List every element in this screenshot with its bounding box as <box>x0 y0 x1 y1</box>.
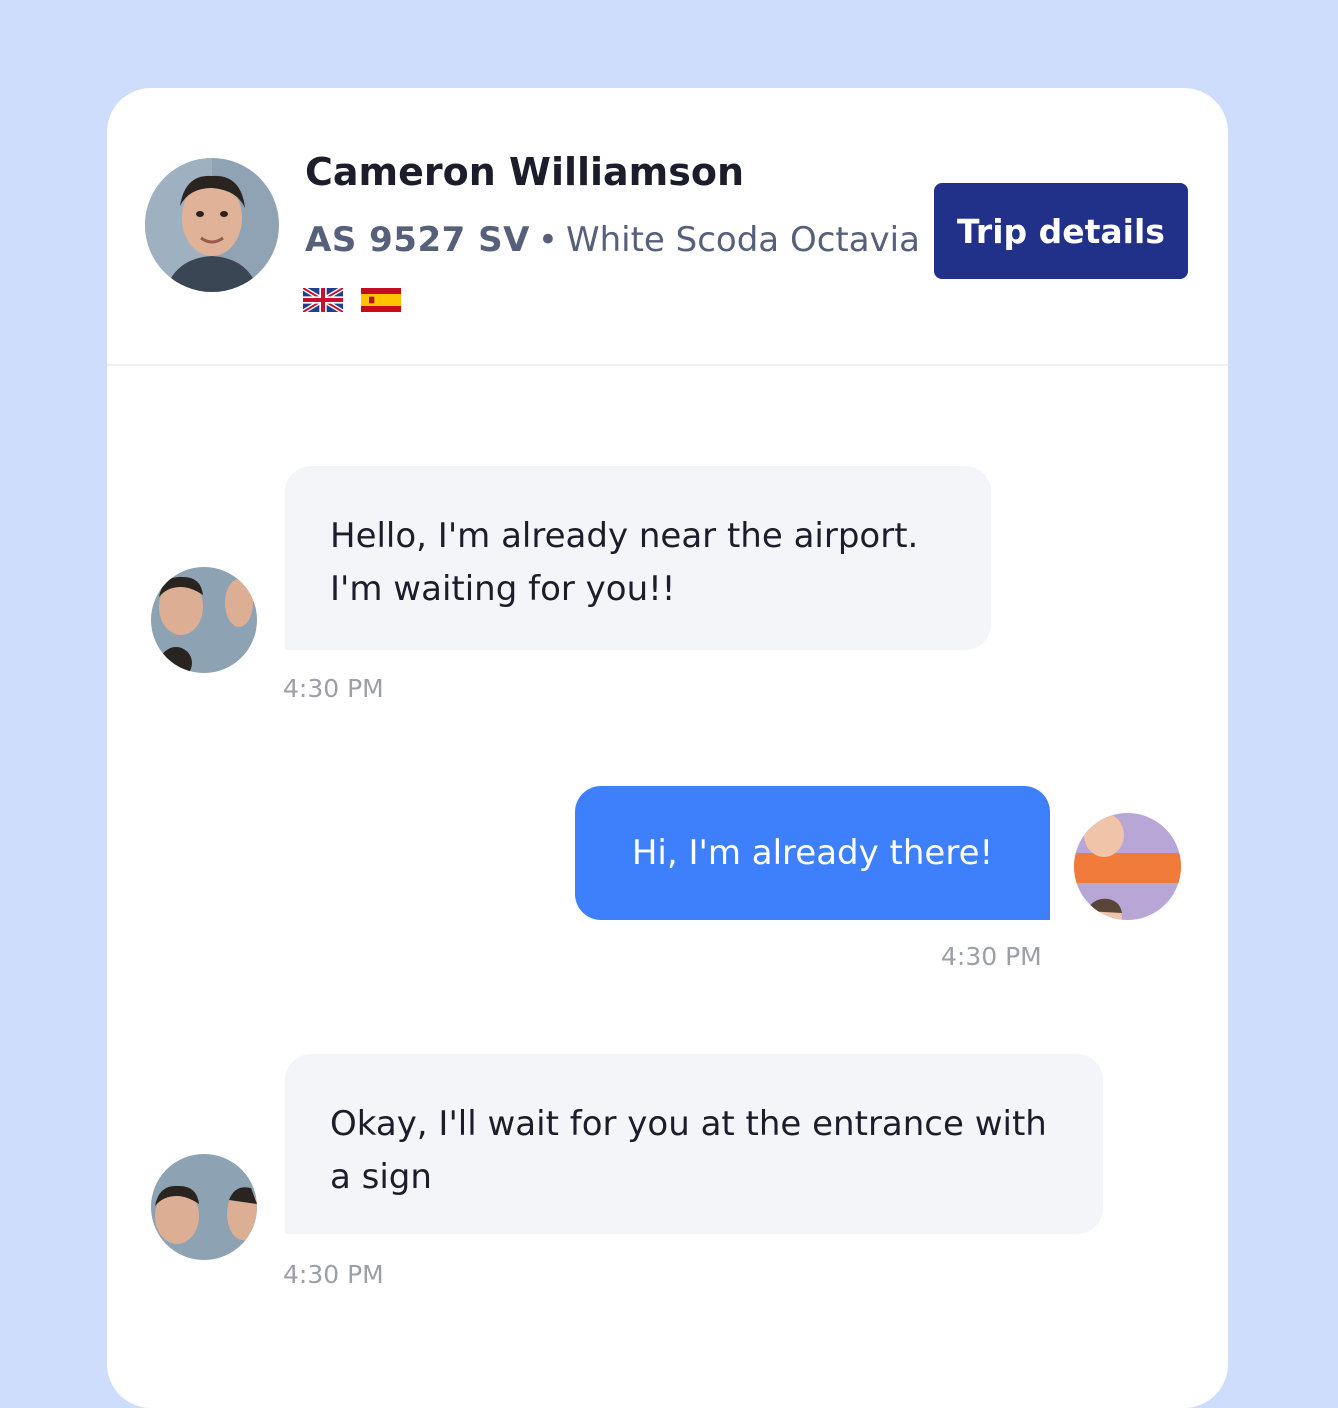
chat-header: Cameron Williamson AS 9527 SV • White Scod… <box>107 88 1228 366</box>
trip-details-button[interactable]: Trip details <box>934 183 1188 279</box>
driver-message-avatar <box>151 567 257 673</box>
message-timestamp: 4:30 PM <box>941 942 1042 971</box>
separator-dot: • <box>537 220 558 260</box>
user-message-avatar <box>1074 813 1181 920</box>
driver-message-avatar <box>151 1154 257 1260</box>
spain-flag-icon <box>361 288 401 312</box>
uk-flag-icon <box>303 288 343 312</box>
chat-card: Cameron Williamson AS 9527 SV • White Scod… <box>107 88 1228 1408</box>
incoming-message-bubble: Hello, I'm already near the airport. I'm… <box>285 466 991 650</box>
message-timestamp: 4:30 PM <box>283 1260 384 1289</box>
car-model: White Scoda Octavia <box>565 220 920 260</box>
message-line: Hi, I'm already there! <box>631 832 994 873</box>
license-plate: AS 9527 SV <box>305 220 530 260</box>
message-line: Okay, I'll wait for you at the entrance … <box>330 1104 1047 1144</box>
message-line: Hello, I'm already near the airport. <box>330 516 919 556</box>
vehicle-info: AS 9527 SV • White Scoda Octavia <box>305 220 920 260</box>
message-line: a sign <box>330 1157 432 1197</box>
message-line: I'm waiting for you!! <box>330 569 676 609</box>
driver-name: Cameron Williamson <box>305 150 745 194</box>
outgoing-message-bubble: Hi, I'm already there! <box>575 786 1050 920</box>
message-timestamp: 4:30 PM <box>283 674 384 703</box>
driver-avatar[interactable] <box>145 158 279 292</box>
incoming-message-bubble: Okay, I'll wait for you at the entrance … <box>285 1054 1103 1234</box>
